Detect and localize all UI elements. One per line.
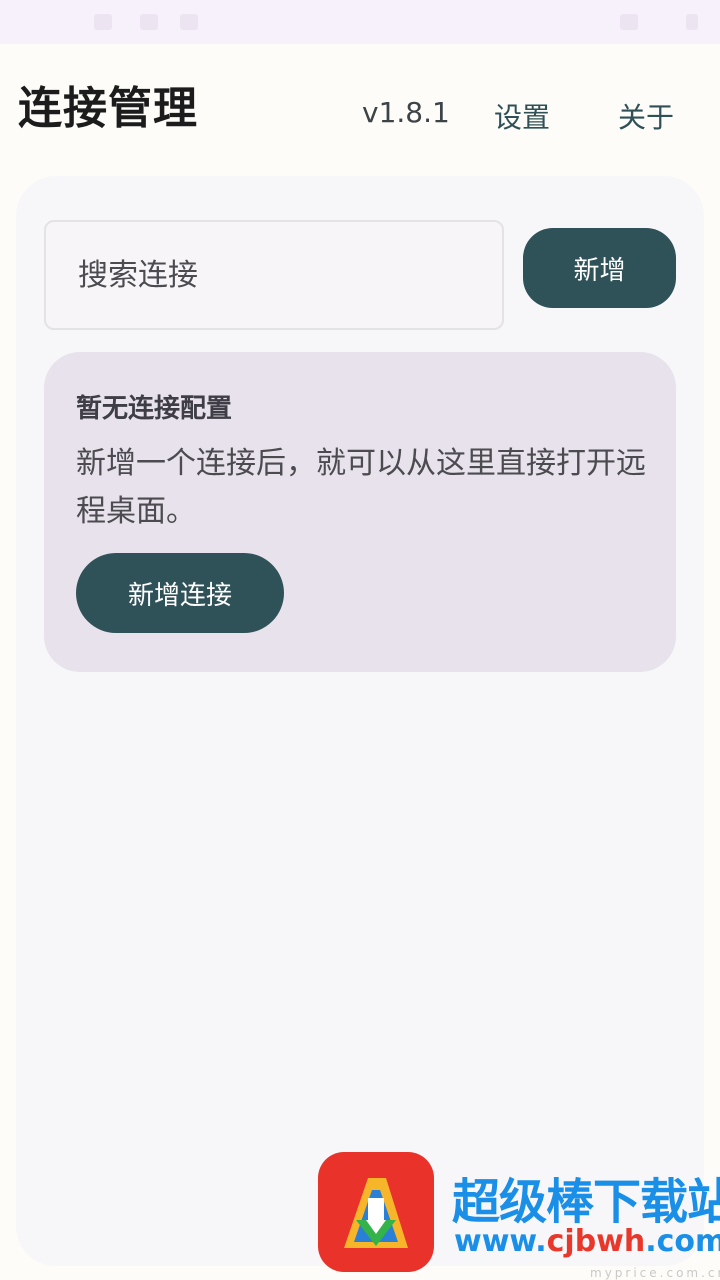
search-field[interactable] — [44, 220, 504, 330]
notification-icon — [180, 14, 198, 30]
main-card — [16, 176, 704, 1266]
watermark-url: www.cjbwh.com — [454, 1224, 720, 1259]
battery-icon — [686, 14, 698, 30]
status-bar — [0, 0, 720, 44]
wifi-icon — [620, 14, 638, 30]
add-connection-button[interactable]: 新增连接 — [76, 553, 284, 633]
notification-icon — [140, 14, 158, 30]
search-input[interactable] — [46, 222, 502, 328]
version-label: v1.8.1 — [362, 96, 450, 129]
watermark-small-text: myprice.com.cn — [590, 1266, 720, 1280]
empty-state-description: 新增一个连接后，就可以从这里直接打开远程桌面。 — [76, 446, 646, 529]
empty-state-title: 暂无连接配置 — [76, 394, 233, 424]
add-button[interactable]: 新增 — [523, 228, 676, 308]
download-site-logo-icon — [318, 1152, 434, 1272]
settings-link[interactable]: 设置 — [494, 96, 550, 136]
page-title: 连接管理 — [18, 83, 198, 134]
about-link[interactable]: 关于 — [618, 96, 674, 136]
watermark: 超级棒下载站 www.cjbwh.com myprice.com.cn — [316, 1150, 720, 1280]
notification-icon — [94, 14, 112, 30]
watermark-title: 超级棒下载站 — [452, 1174, 720, 1230]
